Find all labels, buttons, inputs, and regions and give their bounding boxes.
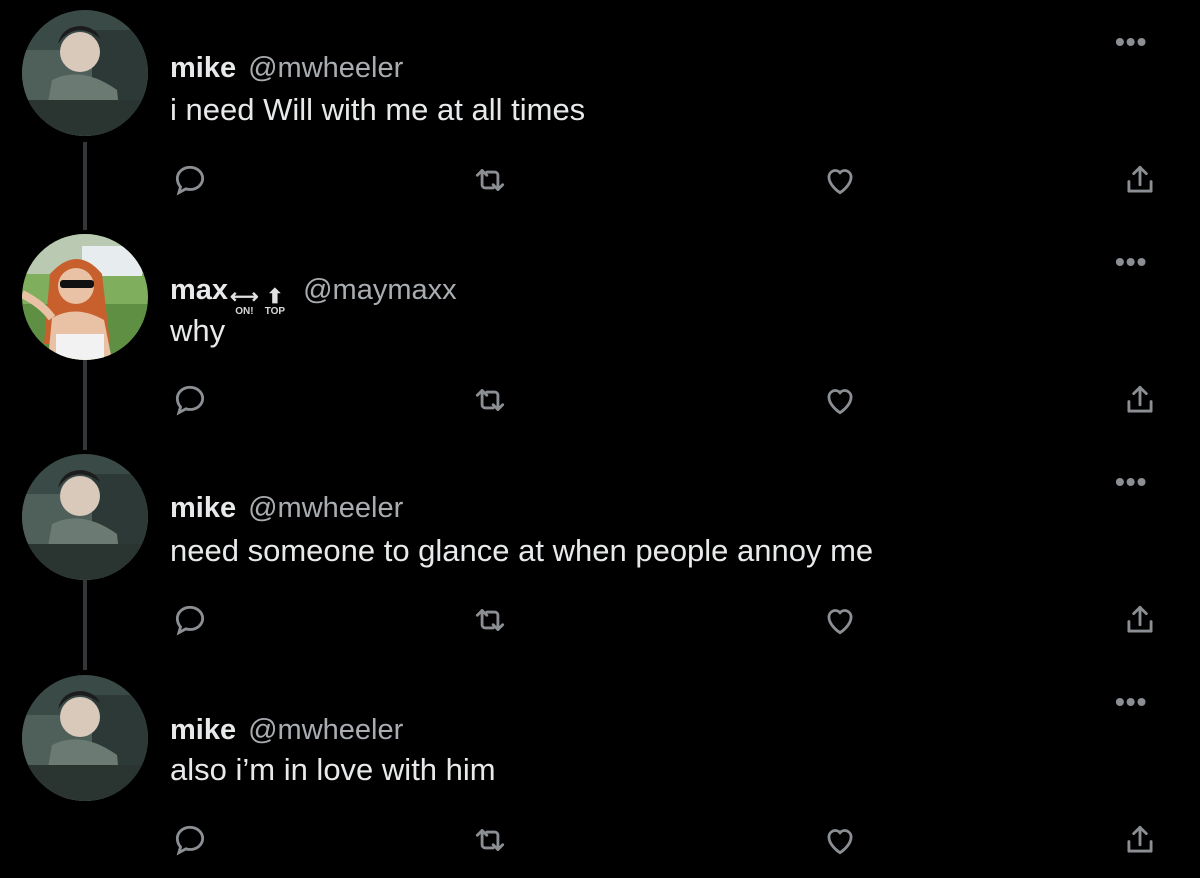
tweet-text: also i’m in love with him bbox=[170, 752, 496, 787]
thread-line bbox=[83, 360, 87, 450]
more-options-icon[interactable]: ••• bbox=[1115, 688, 1165, 716]
reply-icon[interactable] bbox=[168, 818, 212, 862]
like-icon[interactable] bbox=[818, 598, 862, 642]
badge-label: ON! bbox=[235, 306, 254, 317]
avatar[interactable] bbox=[22, 234, 148, 360]
retweet-icon[interactable] bbox=[468, 598, 512, 642]
share-icon[interactable] bbox=[1118, 378, 1162, 422]
like-icon[interactable] bbox=[818, 818, 862, 862]
retweet-icon[interactable] bbox=[468, 818, 512, 862]
share-icon[interactable] bbox=[1118, 598, 1162, 642]
name-badges: ⟷ ON! ⬆ TOP bbox=[230, 287, 291, 317]
more-options-icon[interactable]: ••• bbox=[1115, 468, 1165, 496]
display-name[interactable]: mike bbox=[170, 492, 236, 525]
tweet-text: why bbox=[170, 313, 226, 348]
up-arrow-icon: ⬆ bbox=[266, 286, 284, 308]
badge: ⟷ ON! bbox=[230, 287, 259, 317]
display-name[interactable]: max bbox=[170, 274, 228, 307]
badge-label: TOP bbox=[264, 306, 286, 317]
display-name[interactable]: mike bbox=[170, 714, 236, 747]
badge: ⬆ TOP bbox=[265, 287, 285, 317]
share-icon[interactable] bbox=[1118, 818, 1162, 862]
reply-icon[interactable] bbox=[168, 598, 212, 642]
more-options-icon[interactable]: ••• bbox=[1115, 248, 1165, 276]
tweet-text: need someone to glance at when people an… bbox=[170, 533, 874, 568]
thread-line bbox=[83, 580, 87, 670]
user-handle[interactable]: @mwheeler bbox=[248, 492, 403, 525]
user-handle[interactable]: @maymaxx bbox=[303, 274, 457, 307]
user-handle[interactable]: @mwheeler bbox=[248, 714, 403, 747]
avatar[interactable] bbox=[22, 454, 148, 580]
tweet[interactable]: mike @mwheeler also i’m in love with him… bbox=[0, 0, 1200, 856]
retweet-icon[interactable] bbox=[468, 378, 512, 422]
avatar[interactable] bbox=[22, 675, 148, 801]
reply-icon[interactable] bbox=[168, 378, 212, 422]
left-right-arrow-icon: ⟷ bbox=[230, 286, 259, 308]
like-icon[interactable] bbox=[818, 378, 862, 422]
